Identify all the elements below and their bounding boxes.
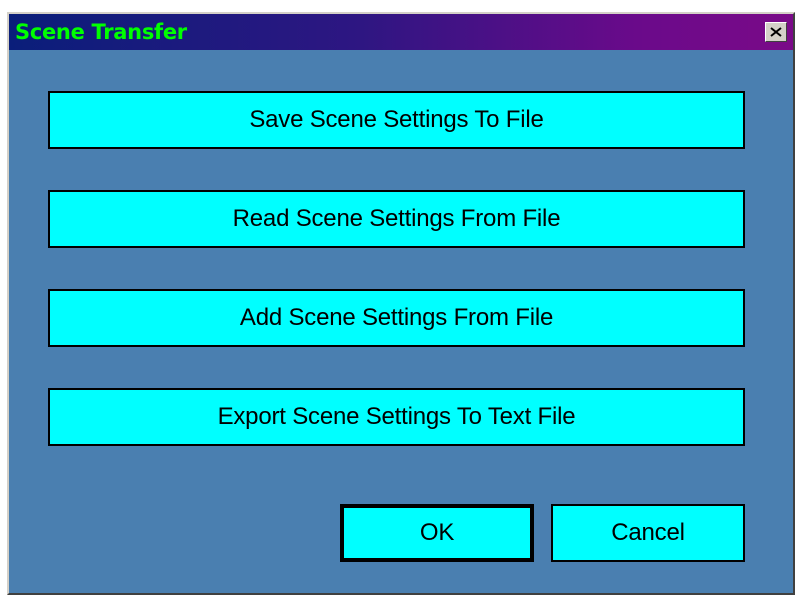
close-button[interactable] <box>765 22 787 42</box>
dialog-title: Scene Transfer <box>15 20 187 44</box>
dialog-body: Save Scene Settings To File Read Scene S… <box>9 50 793 593</box>
scene-transfer-dialog: Scene Transfer Save Scene Settings To Fi… <box>7 12 795 595</box>
cancel-button[interactable]: Cancel <box>551 504 745 562</box>
read-scene-settings-button[interactable]: Read Scene Settings From File <box>48 190 745 248</box>
title-bar[interactable]: Scene Transfer <box>9 14 793 50</box>
export-scene-settings-button[interactable]: Export Scene Settings To Text File <box>48 388 745 446</box>
ok-button[interactable]: OK <box>340 504 534 562</box>
save-scene-settings-button[interactable]: Save Scene Settings To File <box>48 91 745 149</box>
close-icon <box>770 27 782 37</box>
add-scene-settings-button[interactable]: Add Scene Settings From File <box>48 289 745 347</box>
